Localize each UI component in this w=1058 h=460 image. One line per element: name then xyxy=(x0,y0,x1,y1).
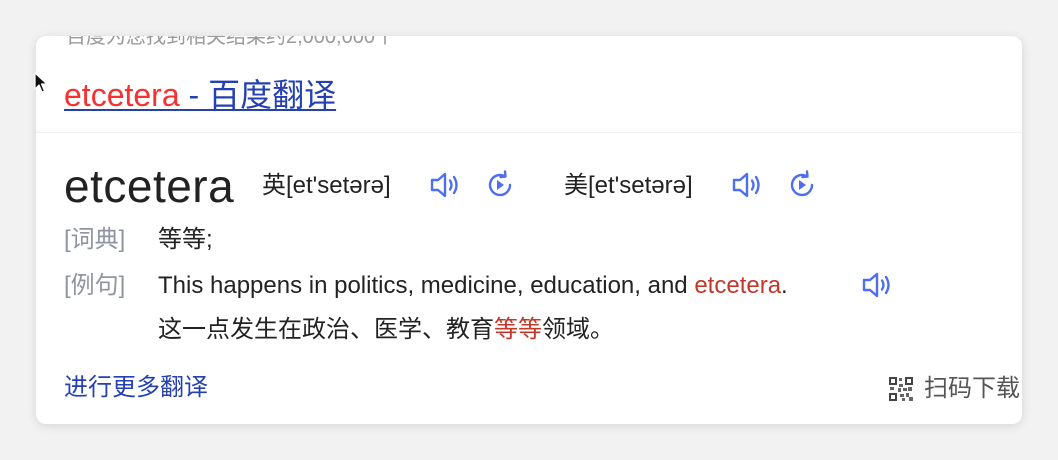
result-count-text: 百度为您找到相关结果约2,000,000个 xyxy=(66,36,395,48)
example-sentence-zh: 这一点发生在政治、医学、教育等等领域。 xyxy=(158,314,614,346)
result-title-suffix: - 百度翻译 xyxy=(179,77,337,113)
example-sentence-en: This happens in politics, medicine, educ… xyxy=(158,270,788,302)
more-translation-link[interactable]: 进行更多翻译 xyxy=(64,372,208,404)
example-zh-text: 这一点发生在政治、医学、教育 xyxy=(158,316,494,343)
example-label: [例句] xyxy=(64,272,126,299)
uk-phonetic: 英[et'setərə] xyxy=(262,172,391,199)
mouse-cursor-icon xyxy=(34,72,48,93)
qr-download-label: 扫码下载 xyxy=(924,375,1020,402)
example-speaker-icon[interactable] xyxy=(860,268,894,302)
result-title-keyword: etcetera xyxy=(64,77,180,113)
example-en-text: This happens in politics, medicine, educ… xyxy=(158,272,695,299)
uk-replay-icon[interactable] xyxy=(483,168,517,202)
uk-speaker-icon[interactable] xyxy=(428,168,462,202)
qr-download[interactable]: 扫码下载 xyxy=(888,374,1020,404)
qr-code-icon xyxy=(888,376,914,402)
search-result-card: 百度为您找到相关结果约2,000,000个 etcetera - 百度翻译 et… xyxy=(36,36,1022,424)
result-title-link[interactable]: etcetera - 百度翻译 xyxy=(64,76,336,114)
definition-text: 等等; xyxy=(158,226,213,253)
example-zh-suffix: 领域。 xyxy=(542,316,614,343)
example-zh-keyword: 等等 xyxy=(494,316,542,343)
us-phonetic: 美[et'setərə] xyxy=(564,172,693,199)
headword: etcetera xyxy=(64,160,235,212)
example-en-period: . xyxy=(781,272,788,299)
us-replay-icon[interactable] xyxy=(785,168,819,202)
dictionary-label: [词典] xyxy=(64,226,126,253)
example-en-keyword: etcetera xyxy=(694,272,782,299)
us-speaker-icon[interactable] xyxy=(730,168,764,202)
